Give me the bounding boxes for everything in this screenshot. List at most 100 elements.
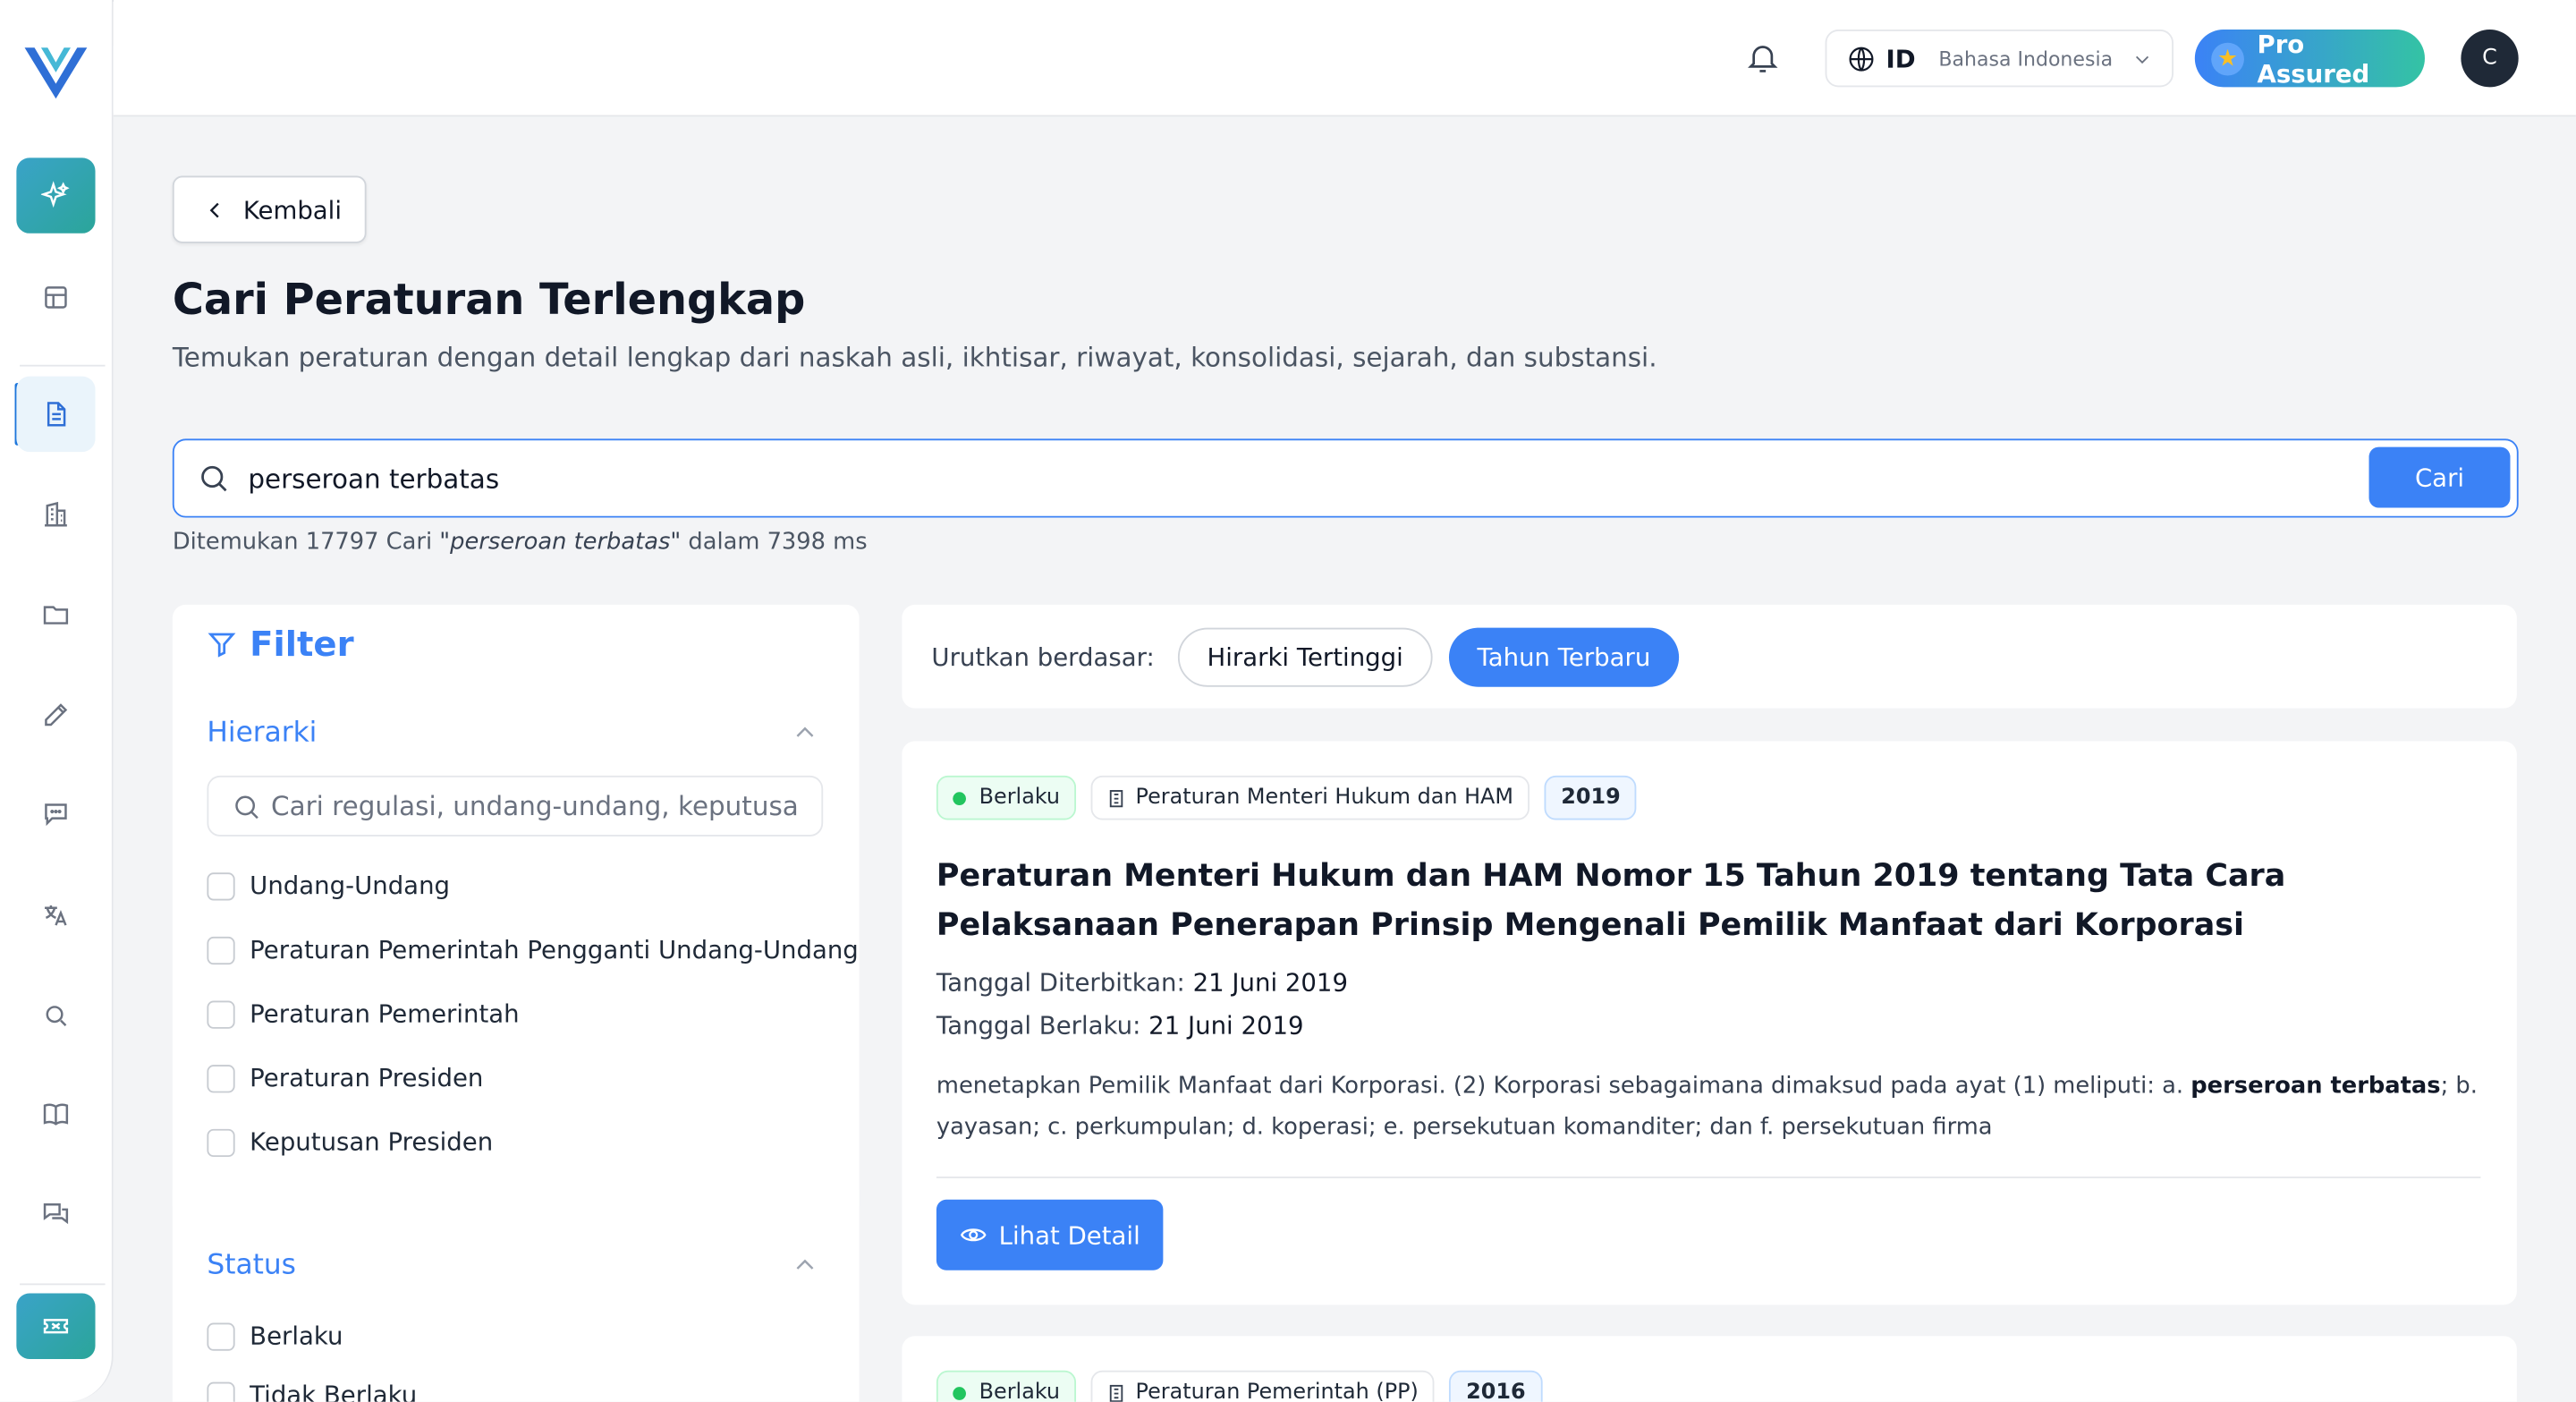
status-label: Status	[207, 1248, 296, 1282]
search-icon	[201, 465, 227, 492]
status-dot	[953, 1386, 966, 1399]
option-label: Keputusan Presiden	[250, 1126, 494, 1158]
checkbox[interactable]	[207, 1064, 235, 1092]
status-text: Berlaku	[979, 785, 1061, 811]
sidebar-item-translate[interactable]	[16, 878, 95, 953]
avatar[interactable]: C	[2461, 30, 2519, 88]
sidebar-item-library[interactable]	[16, 1076, 95, 1151]
status-option[interactable]: Berlaku	[207, 1321, 343, 1351]
type-text: Peraturan Pemerintah (PP)	[1135, 1380, 1419, 1402]
result-badges: Berlaku Peraturan Menteri Hukum dan HAM …	[936, 775, 1652, 820]
checkbox[interactable]	[207, 999, 235, 1028]
checkbox[interactable]	[207, 1321, 235, 1350]
effective-value: 21 Juni 2019	[1148, 1010, 1304, 1041]
filter-icon	[208, 633, 236, 658]
book-icon	[43, 1103, 69, 1126]
bell-icon[interactable]	[1745, 39, 1781, 75]
hierarchy-option[interactable]: Undang-Undang	[207, 871, 451, 901]
result-card: Berlaku Peraturan Menteri Hukum dan HAM …	[902, 741, 2517, 1305]
result-time-text: dalam 7398 ms	[681, 529, 868, 556]
published-date: Tanggal Diterbitkan: 21 Juni 2019	[936, 968, 1348, 998]
snippet-highlight: perseroan terbatas	[2190, 1073, 2441, 1100]
building-icon	[45, 501, 67, 527]
search-button[interactable]: Cari	[2368, 446, 2511, 508]
folder-icon	[43, 606, 69, 625]
hierarchy-label: Hierarki	[207, 716, 318, 750]
status-badge: Berlaku	[936, 775, 1077, 820]
result-snippet: menetapkan Pemilik Manfaat dari Korporas…	[936, 1066, 2480, 1149]
result-badges: Berlaku Peraturan Pemerintah (PP) 2016	[936, 1370, 1557, 1402]
document-icon	[47, 402, 66, 427]
sidebar-divider	[20, 1283, 106, 1286]
search-bar: Cari	[172, 438, 2519, 518]
option-label: Peraturan Pemerintah	[250, 998, 520, 1029]
app-page: » ID Bahasa Indonesia ★ Pro Assured C Ke…	[0, 0, 2576, 1402]
back-button[interactable]: Kembali	[172, 175, 367, 243]
status-section-toggle[interactable]: Status	[207, 1249, 825, 1282]
sort-option-hierarchy[interactable]: Hirarki Tertinggi	[1177, 626, 1433, 686]
search-icon	[46, 1006, 67, 1026]
sidebar-item-chat[interactable]	[16, 776, 95, 851]
building-icon	[1110, 789, 1123, 807]
chevron-down-icon	[2135, 55, 2149, 64]
hierarchy-option[interactable]: Keputusan Presiden	[207, 1127, 493, 1157]
sidebar-item-institutions[interactable]	[16, 477, 95, 552]
effective-date: Tanggal Berlaku: 21 Juni 2019	[936, 1011, 1304, 1041]
status-option[interactable]: Tidak Berlaku	[207, 1381, 417, 1402]
hierarchy-section-toggle[interactable]: Hierarki	[207, 717, 825, 750]
hierarchy-search	[207, 775, 824, 837]
option-label: Tidak Berlaku	[250, 1380, 418, 1402]
sidebar-item-ai[interactable]	[16, 157, 96, 234]
sidebar-item-table[interactable]	[16, 259, 95, 335]
published-label: Tanggal Diterbitkan:	[936, 967, 1185, 998]
option-label: Peraturan Pemerintah Pengganti Undang-Un…	[250, 935, 859, 965]
eye-icon	[960, 1228, 987, 1242]
checkbox[interactable]	[207, 871, 235, 900]
card-divider	[936, 1177, 2481, 1178]
app-logo[interactable]	[20, 39, 92, 105]
option-label: Berlaku	[250, 1321, 343, 1351]
pro-label: Pro Assured	[2257, 29, 2370, 89]
view-detail-button[interactable]: Lihat Detail	[936, 1199, 1164, 1270]
sidebar-item-regulations[interactable]	[16, 376, 96, 453]
effective-label: Tanggal Berlaku:	[936, 1010, 1141, 1041]
search-icon	[235, 794, 258, 819]
sidebar-divider	[20, 364, 106, 367]
sidebar-item-messages[interactable]	[16, 1177, 95, 1252]
sidebar-item-drafting[interactable]	[16, 677, 95, 752]
page-subtitle: Temukan peraturan dengan detail lengkap …	[172, 342, 1657, 373]
sort-option-newest[interactable]: Tahun Terbaru	[1449, 626, 1679, 686]
top-bar: ID Bahasa Indonesia ★ Pro Assured C	[113, 0, 2576, 117]
sidebar-item-voucher[interactable]	[16, 1293, 96, 1359]
result-title[interactable]: Peraturan Menteri Hukum dan HAM Nomor 15…	[936, 851, 2480, 949]
back-label: Kembali	[242, 194, 343, 225]
year-badge: 2016	[1449, 1370, 1542, 1402]
status-dot	[953, 791, 966, 805]
hierarchy-option[interactable]: Peraturan Pemerintah Pengganti Undang-Un…	[207, 935, 859, 965]
filter-title: Filter	[207, 624, 354, 665]
checkbox[interactable]	[207, 1381, 235, 1402]
filter-panel: Filter Hierarki Undang-Undang Peraturan …	[172, 604, 860, 1402]
option-label: Peraturan Presiden	[250, 1063, 484, 1093]
pro-badge-button[interactable]: ★ Pro Assured	[2194, 29, 2425, 89]
option-label: Undang-Undang	[250, 871, 451, 901]
language-selector[interactable]: ID Bahasa Indonesia	[1825, 30, 2174, 88]
hierarchy-search-input[interactable]	[271, 790, 797, 822]
building-icon	[1110, 1383, 1123, 1402]
globe-icon	[1849, 46, 1874, 71]
status-badge: Berlaku	[936, 1370, 1077, 1402]
checkbox[interactable]	[207, 1127, 235, 1157]
hierarchy-option[interactable]: Peraturan Presiden	[207, 1063, 483, 1092]
result-count-text: Ditemukan 17797 Cari	[172, 529, 440, 556]
filter-title-label: Filter	[250, 624, 354, 665]
star-icon: ★	[2211, 41, 2244, 75]
checkbox[interactable]	[207, 936, 235, 964]
sidebar-item-search[interactable]	[16, 978, 95, 1053]
language-name: Bahasa Indonesia	[1938, 47, 2114, 71]
sort-bar: Urutkan berdasar: Hirarki Tertinggi Tahu…	[902, 604, 2517, 709]
search-input[interactable]	[248, 463, 2517, 494]
type-text: Peraturan Menteri Hukum dan HAM	[1135, 785, 1514, 811]
sort-label: Urutkan berdasar:	[931, 642, 1155, 672]
sidebar-item-folders[interactable]	[16, 577, 95, 652]
hierarchy-option[interactable]: Peraturan Pemerintah	[207, 998, 520, 1029]
